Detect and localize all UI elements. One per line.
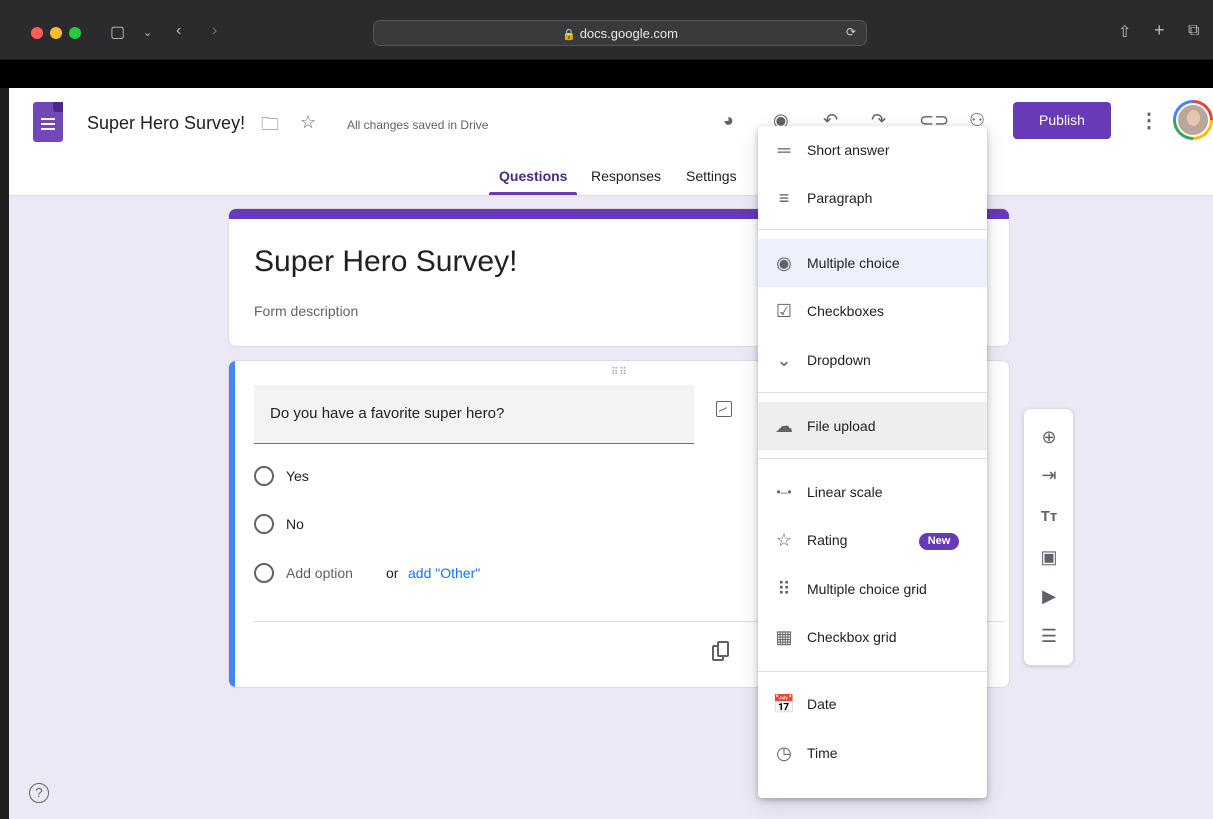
active-tab-indicator (489, 192, 577, 195)
grid-dots-icon: ⠿ (777, 579, 791, 599)
clock-icon: ◷ (776, 743, 792, 763)
menu-item-label: Rating (807, 532, 848, 548)
checkbox-icon: ☑ (775, 301, 793, 321)
menu-item-checkboxes[interactable]: ☑ Checkboxes (758, 287, 987, 335)
form-description[interactable]: Form description (254, 303, 358, 319)
paragraph-icon: ≡ (778, 188, 790, 208)
forms-app: Super Hero Survey! 🗀 ☆ All changes saved… (9, 88, 1213, 819)
add-video-icon[interactable]: ▶ (1038, 585, 1060, 607)
menu-divider (758, 671, 987, 672)
menu-item-linear-scale[interactable]: •–• Linear scale (758, 468, 987, 516)
folder-icon[interactable]: 🗀 (261, 112, 279, 142)
forward-icon[interactable]: › (212, 22, 217, 40)
translate-reload-icon[interactable]: ⟳ (846, 25, 856, 39)
zoom-window-button[interactable] (69, 27, 81, 39)
grid-squares-icon: ▦ (775, 627, 793, 647)
star-icon[interactable]: ☆ (300, 112, 316, 133)
chevron-down-icon[interactable]: ⌄ (143, 26, 152, 39)
menu-divider (758, 229, 987, 230)
import-questions-icon[interactable]: ⇥ (1038, 464, 1060, 486)
menu-item-dropdown[interactable]: ⌄ Dropdown (758, 336, 987, 384)
radio-icon (254, 466, 274, 486)
add-question-icon[interactable]: ⊕ (1038, 426, 1060, 448)
menu-item-short-answer[interactable]: ═ Short answer (758, 126, 987, 174)
short-answer-icon: ═ (777, 140, 791, 160)
add-section-icon[interactable]: ☰ (1038, 625, 1060, 647)
menu-item-time[interactable]: ◷ Time (758, 729, 987, 777)
radio-icon (254, 514, 274, 534)
more-options-icon[interactable]: ⋮ (1139, 108, 1159, 133)
toolbar-strip (0, 60, 1213, 88)
add-other-link[interactable]: add "Other" (408, 565, 480, 581)
new-badge: New (919, 533, 959, 550)
menu-item-label: Time (807, 745, 838, 761)
form-title[interactable]: Super Hero Survey! (254, 245, 517, 279)
menu-item-label: Multiple choice (807, 255, 900, 271)
menu-item-multiple-choice-grid[interactable]: ⠿ Multiple choice grid (758, 565, 987, 613)
menu-item-label: Checkbox grid (807, 629, 897, 645)
sidebar-toggle-icon[interactable]: ▢ (110, 22, 125, 42)
option-label[interactable]: No (286, 516, 304, 532)
dropdown-icon: ⌄ (776, 350, 792, 370)
publish-button[interactable]: Publish (1013, 102, 1111, 139)
menu-item-checkbox-grid[interactable]: ▦ Checkbox grid (758, 613, 987, 661)
menu-item-label: Multiple choice grid (807, 581, 927, 597)
menu-item-label: Short answer (807, 142, 890, 158)
menu-item-label: Paragraph (807, 190, 873, 206)
minimize-window-button[interactable] (50, 27, 62, 39)
add-option-row: Add option or add "Other" (254, 562, 654, 584)
avatar[interactable] (1173, 100, 1213, 140)
help-icon[interactable]: ? (29, 783, 49, 803)
side-toolbar: ⊕ ⇥ Tт ▣ ▶ ☰ (1023, 408, 1074, 666)
new-tab-icon[interactable]: + (1154, 20, 1165, 41)
menu-item-multiple-choice[interactable]: ◉ Multiple choice (758, 239, 987, 287)
menu-item-label: Dropdown (807, 352, 871, 368)
browser-titlebar: ▢ ⌄ ‹ › 🔒 docs.google.com ⟳ ⇧ + ⧉ (0, 0, 1213, 60)
cloud-upload-icon: ☁ (775, 416, 793, 436)
or-text: or (386, 565, 399, 581)
question-text: Do you have a favorite super hero? (270, 405, 505, 422)
menu-item-date[interactable]: 📅 Date (758, 680, 987, 728)
option-label[interactable]: Yes (286, 468, 309, 484)
lock-icon: 🔒 (562, 29, 576, 41)
url-text: docs.google.com (579, 26, 678, 41)
linear-scale-icon: •–• (776, 485, 792, 499)
save-status: All changes saved in Drive (347, 118, 489, 132)
share-icon[interactable]: ⇧ (1118, 22, 1131, 42)
add-image-icon[interactable]: ▣ (1038, 546, 1060, 568)
menu-divider (758, 392, 987, 393)
address-bar[interactable]: 🔒 docs.google.com ⟳ (373, 20, 867, 46)
menu-item-label: Linear scale (807, 484, 883, 500)
back-icon[interactable]: ‹ (176, 22, 181, 40)
tab-responses[interactable]: Responses (591, 168, 661, 184)
tab-overview-icon[interactable]: ⧉ (1188, 22, 1199, 40)
menu-item-rating[interactable]: ☆ Rating New (758, 516, 987, 564)
tab-questions[interactable]: Questions (499, 168, 567, 184)
menu-item-label: Checkboxes (807, 303, 885, 319)
menu-item-label: Date (807, 696, 837, 712)
forms-logo-icon[interactable] (33, 102, 63, 142)
calendar-icon: 📅 (772, 694, 796, 714)
question-title-input[interactable]: Do you have a favorite super hero? (254, 385, 694, 444)
add-image-icon[interactable] (716, 401, 732, 417)
radio-icon: ◉ (776, 253, 792, 273)
menu-divider (758, 458, 987, 459)
drag-handle-icon[interactable]: ⠿⠿ (611, 367, 628, 378)
duplicate-icon[interactable] (712, 641, 732, 661)
menu-item-label: File upload (807, 418, 876, 434)
question-type-menu: ═ Short answer ≡ Paragraph ◉ Multiple ch… (758, 126, 987, 798)
tab-settings[interactable]: Settings (686, 168, 737, 184)
add-title-icon[interactable]: Tт (1038, 506, 1060, 528)
close-window-button[interactable] (31, 27, 43, 39)
menu-item-paragraph[interactable]: ≡ Paragraph (758, 174, 987, 222)
radio-icon (254, 563, 274, 583)
forms-header: Super Hero Survey! 🗀 ☆ All changes saved… (9, 88, 1213, 196)
star-icon: ☆ (775, 530, 793, 550)
menu-item-file-upload[interactable]: ☁ File upload (758, 402, 987, 450)
palette-icon[interactable]: ◕ (723, 110, 734, 131)
doc-title[interactable]: Super Hero Survey! (87, 113, 245, 134)
active-question-indicator (229, 361, 235, 687)
add-option-link[interactable]: Add option (286, 565, 353, 581)
